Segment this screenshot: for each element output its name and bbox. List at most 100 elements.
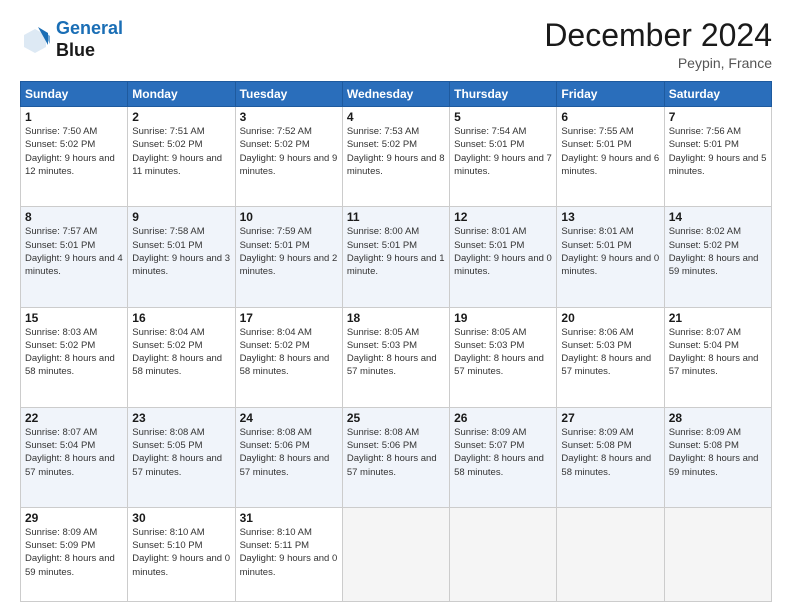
table-row: 12 Sunrise: 8:01 AM Sunset: 5:01 PM Dayl… [450, 207, 557, 307]
calendar-week-row: 15 Sunrise: 8:03 AM Sunset: 5:02 PM Dayl… [21, 307, 772, 407]
table-row: 3 Sunrise: 7:52 AM Sunset: 5:02 PM Dayli… [235, 107, 342, 207]
day-info: Sunrise: 7:57 AM Sunset: 5:01 PM Dayligh… [25, 225, 123, 278]
day-number: 25 [347, 411, 445, 425]
day-number: 13 [561, 210, 659, 224]
col-tuesday: Tuesday [235, 82, 342, 107]
table-row: 28 Sunrise: 8:09 AM Sunset: 5:08 PM Dayl… [664, 407, 771, 507]
day-number: 14 [669, 210, 767, 224]
day-info: Sunrise: 8:10 AM Sunset: 5:10 PM Dayligh… [132, 526, 230, 579]
table-row: 16 Sunrise: 8:04 AM Sunset: 5:02 PM Dayl… [128, 307, 235, 407]
col-thursday: Thursday [450, 82, 557, 107]
day-info: Sunrise: 8:09 AM Sunset: 5:07 PM Dayligh… [454, 426, 552, 479]
day-number: 29 [25, 511, 123, 525]
table-row: 8 Sunrise: 7:57 AM Sunset: 5:01 PM Dayli… [21, 207, 128, 307]
day-number: 8 [25, 210, 123, 224]
table-row: 20 Sunrise: 8:06 AM Sunset: 5:03 PM Dayl… [557, 307, 664, 407]
day-number: 27 [561, 411, 659, 425]
day-info: Sunrise: 7:55 AM Sunset: 5:01 PM Dayligh… [561, 125, 659, 178]
table-row: 9 Sunrise: 7:58 AM Sunset: 5:01 PM Dayli… [128, 207, 235, 307]
table-row: 4 Sunrise: 7:53 AM Sunset: 5:02 PM Dayli… [342, 107, 449, 207]
table-row: 2 Sunrise: 7:51 AM Sunset: 5:02 PM Dayli… [128, 107, 235, 207]
day-number: 21 [669, 311, 767, 325]
day-info: Sunrise: 8:06 AM Sunset: 5:03 PM Dayligh… [561, 326, 659, 379]
day-number: 2 [132, 110, 230, 124]
main-title: December 2024 [544, 18, 772, 53]
calendar-week-row: 8 Sunrise: 7:57 AM Sunset: 5:01 PM Dayli… [21, 207, 772, 307]
table-row: 19 Sunrise: 8:05 AM Sunset: 5:03 PM Dayl… [450, 307, 557, 407]
logo: General Blue [20, 18, 123, 61]
title-block: December 2024 Peypin, France [544, 18, 772, 71]
day-number: 19 [454, 311, 552, 325]
day-info: Sunrise: 7:53 AM Sunset: 5:02 PM Dayligh… [347, 125, 445, 178]
day-info: Sunrise: 8:03 AM Sunset: 5:02 PM Dayligh… [25, 326, 123, 379]
day-number: 18 [347, 311, 445, 325]
table-row: 23 Sunrise: 8:08 AM Sunset: 5:05 PM Dayl… [128, 407, 235, 507]
table-row: 13 Sunrise: 8:01 AM Sunset: 5:01 PM Dayl… [557, 207, 664, 307]
table-row: 15 Sunrise: 8:03 AM Sunset: 5:02 PM Dayl… [21, 307, 128, 407]
day-number: 9 [132, 210, 230, 224]
day-number: 3 [240, 110, 338, 124]
table-row: 25 Sunrise: 8:08 AM Sunset: 5:06 PM Dayl… [342, 407, 449, 507]
col-monday: Monday [128, 82, 235, 107]
logo-icon [20, 25, 50, 55]
day-number: 4 [347, 110, 445, 124]
table-row: 18 Sunrise: 8:05 AM Sunset: 5:03 PM Dayl… [342, 307, 449, 407]
day-number: 15 [25, 311, 123, 325]
day-info: Sunrise: 8:08 AM Sunset: 5:06 PM Dayligh… [347, 426, 445, 479]
table-row: 11 Sunrise: 8:00 AM Sunset: 5:01 PM Dayl… [342, 207, 449, 307]
table-row: 31 Sunrise: 8:10 AM Sunset: 5:11 PM Dayl… [235, 507, 342, 601]
table-row: 1 Sunrise: 7:50 AM Sunset: 5:02 PM Dayli… [21, 107, 128, 207]
day-number: 10 [240, 210, 338, 224]
day-info: Sunrise: 8:07 AM Sunset: 5:04 PM Dayligh… [669, 326, 767, 379]
day-info: Sunrise: 8:09 AM Sunset: 5:08 PM Dayligh… [561, 426, 659, 479]
day-info: Sunrise: 8:08 AM Sunset: 5:05 PM Dayligh… [132, 426, 230, 479]
logo-text: General Blue [56, 18, 123, 61]
day-number: 24 [240, 411, 338, 425]
day-info: Sunrise: 7:50 AM Sunset: 5:02 PM Dayligh… [25, 125, 123, 178]
day-number: 30 [132, 511, 230, 525]
day-number: 22 [25, 411, 123, 425]
table-row: 7 Sunrise: 7:56 AM Sunset: 5:01 PM Dayli… [664, 107, 771, 207]
table-row: 29 Sunrise: 8:09 AM Sunset: 5:09 PM Dayl… [21, 507, 128, 601]
day-info: Sunrise: 8:07 AM Sunset: 5:04 PM Dayligh… [25, 426, 123, 479]
calendar-body: 1 Sunrise: 7:50 AM Sunset: 5:02 PM Dayli… [21, 107, 772, 602]
day-info: Sunrise: 8:00 AM Sunset: 5:01 PM Dayligh… [347, 225, 445, 278]
page: General Blue December 2024 Peypin, Franc… [0, 0, 792, 612]
table-row: 17 Sunrise: 8:04 AM Sunset: 5:02 PM Dayl… [235, 307, 342, 407]
day-number: 16 [132, 311, 230, 325]
col-wednesday: Wednesday [342, 82, 449, 107]
day-number: 31 [240, 511, 338, 525]
col-sunday: Sunday [21, 82, 128, 107]
day-number: 12 [454, 210, 552, 224]
day-number: 6 [561, 110, 659, 124]
table-row: 14 Sunrise: 8:02 AM Sunset: 5:02 PM Dayl… [664, 207, 771, 307]
day-info: Sunrise: 7:58 AM Sunset: 5:01 PM Dayligh… [132, 225, 230, 278]
day-info: Sunrise: 8:05 AM Sunset: 5:03 PM Dayligh… [347, 326, 445, 379]
day-info: Sunrise: 8:04 AM Sunset: 5:02 PM Dayligh… [240, 326, 338, 379]
table-row [450, 507, 557, 601]
table-row: 5 Sunrise: 7:54 AM Sunset: 5:01 PM Dayli… [450, 107, 557, 207]
table-row: 22 Sunrise: 8:07 AM Sunset: 5:04 PM Dayl… [21, 407, 128, 507]
table-row: 26 Sunrise: 8:09 AM Sunset: 5:07 PM Dayl… [450, 407, 557, 507]
day-info: Sunrise: 8:01 AM Sunset: 5:01 PM Dayligh… [561, 225, 659, 278]
day-info: Sunrise: 8:04 AM Sunset: 5:02 PM Dayligh… [132, 326, 230, 379]
calendar-header-row: Sunday Monday Tuesday Wednesday Thursday… [21, 82, 772, 107]
table-row: 30 Sunrise: 8:10 AM Sunset: 5:10 PM Dayl… [128, 507, 235, 601]
day-info: Sunrise: 8:02 AM Sunset: 5:02 PM Dayligh… [669, 225, 767, 278]
day-number: 23 [132, 411, 230, 425]
day-number: 26 [454, 411, 552, 425]
day-info: Sunrise: 7:59 AM Sunset: 5:01 PM Dayligh… [240, 225, 338, 278]
table-row [557, 507, 664, 601]
day-number: 28 [669, 411, 767, 425]
table-row: 6 Sunrise: 7:55 AM Sunset: 5:01 PM Dayli… [557, 107, 664, 207]
calendar-week-row: 1 Sunrise: 7:50 AM Sunset: 5:02 PM Dayli… [21, 107, 772, 207]
calendar-week-row: 22 Sunrise: 8:07 AM Sunset: 5:04 PM Dayl… [21, 407, 772, 507]
calendar-table: Sunday Monday Tuesday Wednesday Thursday… [20, 81, 772, 602]
table-row [664, 507, 771, 601]
day-info: Sunrise: 8:09 AM Sunset: 5:08 PM Dayligh… [669, 426, 767, 479]
day-info: Sunrise: 7:52 AM Sunset: 5:02 PM Dayligh… [240, 125, 338, 178]
header: General Blue December 2024 Peypin, Franc… [20, 18, 772, 71]
col-saturday: Saturday [664, 82, 771, 107]
table-row: 10 Sunrise: 7:59 AM Sunset: 5:01 PM Dayl… [235, 207, 342, 307]
day-number: 7 [669, 110, 767, 124]
